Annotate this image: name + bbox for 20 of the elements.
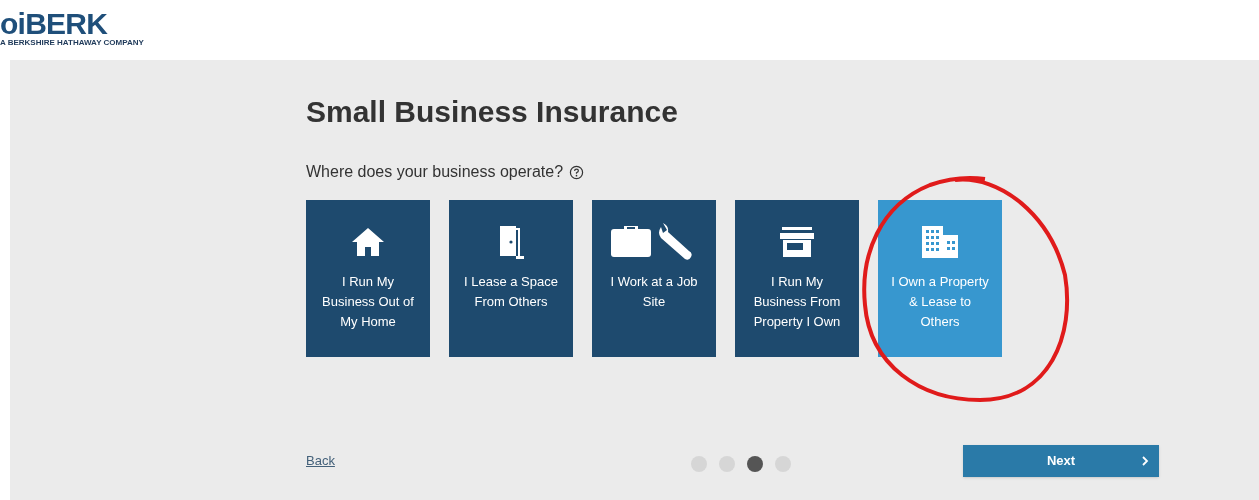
back-link[interactable]: Back — [306, 451, 406, 471]
chevron-right-icon — [1141, 456, 1149, 466]
house-icon — [350, 226, 386, 258]
next-button[interactable]: Next — [963, 445, 1159, 477]
option-label: I Run My Business Out of My Home — [321, 273, 415, 331]
option-tile[interactable]: I Lease a Space From Others — [449, 200, 573, 357]
option-label: I Run My Business From Property I Own — [752, 273, 842, 331]
option-label: I Own a Property & Lease to Others — [890, 273, 990, 331]
option-label: I Lease a Space From Others — [463, 273, 559, 311]
help-icon — [569, 164, 585, 180]
logo-tagline: A BERKSHIRE HATHAWAY COMPANY — [0, 38, 144, 48]
option-label: I Work at a Job Site — [609, 273, 699, 311]
building-icon — [921, 225, 959, 259]
logo-wordmark: oiBERK — [0, 10, 108, 38]
question-text: Where does your business operate? — [306, 162, 564, 182]
storefront-icon — [779, 226, 815, 258]
page-title: Small Business Insurance — [306, 94, 679, 130]
option-tile[interactable]: I Run My Business Out of My Home — [306, 200, 430, 357]
option-tile[interactable]: I Run My Business From Property I Own — [735, 200, 859, 357]
option-tile[interactable]: I Work at a Job Site — [592, 200, 716, 357]
